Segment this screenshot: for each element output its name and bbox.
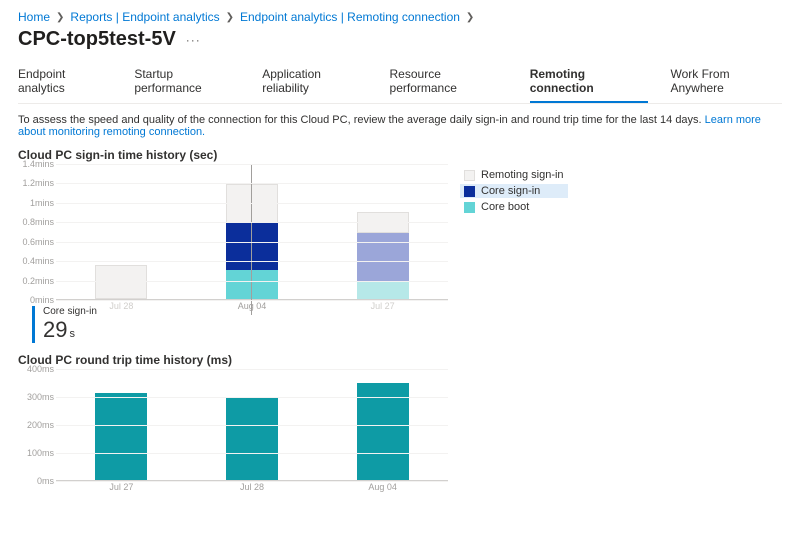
description: To assess the speed and quality of the c… (18, 114, 782, 138)
tab-startup-performance[interactable]: Startup performance (134, 61, 240, 103)
y-tick-label: 200ms (22, 420, 54, 430)
chart2-title: Cloud PC round trip time history (ms) (18, 353, 782, 367)
description-text: To assess the speed and quality of the c… (18, 114, 702, 126)
chevron-right-icon: ❯ (466, 12, 474, 23)
legend-swatch (464, 202, 475, 213)
rtt-chart[interactable]: Jul 27Jul 28Aug 04 0ms100ms200ms300ms400… (56, 369, 448, 481)
y-tick-label: 300ms (22, 392, 54, 402)
bar-segment (357, 282, 409, 299)
breadcrumb: Home ❯ Reports | Endpoint analytics ❯ En… (18, 10, 782, 24)
tab-application-reliability[interactable]: Application reliability (262, 61, 367, 103)
y-tick-label: 0ms (22, 476, 54, 486)
tab-remoting-connection[interactable]: Remoting connection (530, 61, 649, 103)
chevron-right-icon: ❯ (226, 12, 234, 23)
tab-endpoint-analytics[interactable]: Endpoint analytics (18, 61, 112, 103)
breadcrumb-link-home[interactable]: Home (18, 10, 50, 24)
callout-unit: s (69, 328, 75, 340)
y-tick-label: 0.4mins (22, 256, 54, 266)
bar (95, 393, 147, 480)
selection-line (251, 164, 252, 315)
tabs: Endpoint analytics Startup performance A… (18, 61, 782, 104)
breadcrumb-link-remoting[interactable]: Endpoint analytics | Remoting connection (240, 10, 460, 24)
legend-label: Remoting sign-in (481, 169, 564, 181)
breadcrumb-link-reports[interactable]: Reports | Endpoint analytics (70, 10, 219, 24)
y-tick-label: 1.4mins (22, 159, 54, 169)
y-tick-label: 0.6mins (22, 237, 54, 247)
y-tick-label: 400ms (22, 364, 54, 374)
signin-chart[interactable]: Jul 28Aug 04Jul 27 0mins0.2mins0.4mins0.… (56, 164, 448, 300)
y-tick-label: 0.8mins (22, 217, 54, 227)
tab-resource-performance[interactable]: Resource performance (390, 61, 508, 103)
legend-label: Core sign-in (481, 185, 540, 197)
chevron-right-icon: ❯ (56, 12, 64, 23)
chart1-title: Cloud PC sign-in time history (sec) (18, 148, 782, 162)
legend-item-remoting-signin[interactable]: Remoting sign-in (460, 168, 568, 182)
y-tick-label: 1.2mins (22, 178, 54, 188)
bar-segment (357, 233, 409, 282)
callout-label: Core sign-in (43, 306, 782, 317)
more-icon[interactable]: ··· (186, 33, 201, 47)
y-tick-label: 1mins (22, 198, 54, 208)
legend-swatch (464, 186, 475, 197)
legend-item-core-signin[interactable]: Core sign-in (460, 184, 568, 198)
core-signin-callout: Core sign-in 29s (32, 306, 782, 343)
y-tick-label: 100ms (22, 448, 54, 458)
legend-label: Core boot (481, 201, 529, 213)
page-title: CPC-top5test-5V (18, 28, 176, 51)
y-tick-label: 0.2mins (22, 276, 54, 286)
tab-work-from-anywhere[interactable]: Work From Anywhere (670, 61, 782, 103)
chart1-legend: Remoting sign-in Core sign-in Core boot (460, 168, 568, 300)
bar (226, 397, 278, 480)
callout-value: 29 (43, 317, 67, 343)
bar-segment (95, 265, 147, 299)
legend-swatch (464, 170, 475, 181)
legend-item-core-boot[interactable]: Core boot (460, 200, 568, 214)
y-tick-label: 0mins (22, 295, 54, 305)
